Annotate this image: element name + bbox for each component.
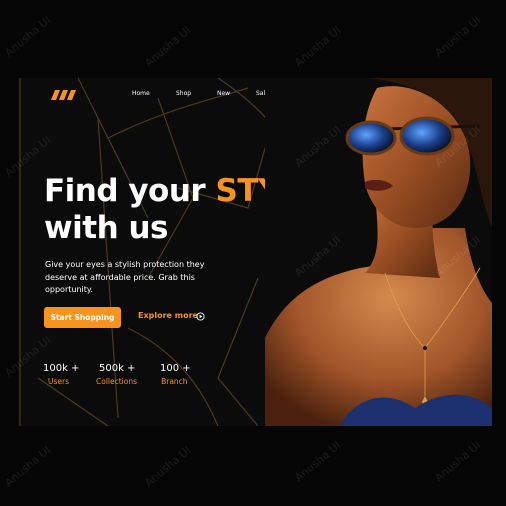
stat-value: 100k +	[43, 363, 80, 374]
explore-more-link[interactable]: Explore more	[138, 311, 198, 323]
nav-new[interactable]: New	[217, 90, 230, 97]
stat-label: Collections	[96, 377, 138, 386]
watermark-text: Anusha UI	[292, 438, 344, 485]
watermark-text: Anusha UI	[142, 443, 194, 490]
nav-shop[interactable]: Shop	[176, 90, 191, 97]
brand-logo-icon[interactable]	[51, 90, 77, 100]
stat-value: 100 +	[160, 363, 191, 374]
nav-home[interactable]: Home	[132, 90, 150, 97]
watermark-text: Anusha UI	[2, 13, 54, 60]
hero-section: Home Shop New Sale Find your STYLE with …	[18, 78, 492, 426]
watermark-text: Anusha UI	[432, 13, 484, 60]
hero-title-line2: with us	[44, 210, 168, 246]
watermark-text: Anusha UI	[432, 438, 484, 485]
hero-title-line1: Find your	[44, 173, 206, 209]
watermark-text: Anusha UI	[2, 443, 54, 490]
stat-value: 500k +	[99, 363, 136, 374]
stat-label: Branch	[161, 377, 188, 386]
stat-label: Users	[48, 377, 70, 386]
watermark-text: Anusha UI	[142, 23, 194, 70]
start-shopping-button[interactable]: Start Shopping	[44, 307, 121, 328]
model-photo	[265, 78, 492, 426]
watermark-text: Anusha UI	[292, 23, 344, 70]
stat-collections: 500k + Collections	[96, 363, 137, 386]
hero-subtitle: Give your eyes a stylish protection they…	[45, 260, 205, 294]
stat-users: 100k + Users	[43, 363, 79, 386]
circle-arrow-icon[interactable]	[196, 312, 205, 321]
stat-branch: 100 + Branch	[158, 363, 191, 386]
